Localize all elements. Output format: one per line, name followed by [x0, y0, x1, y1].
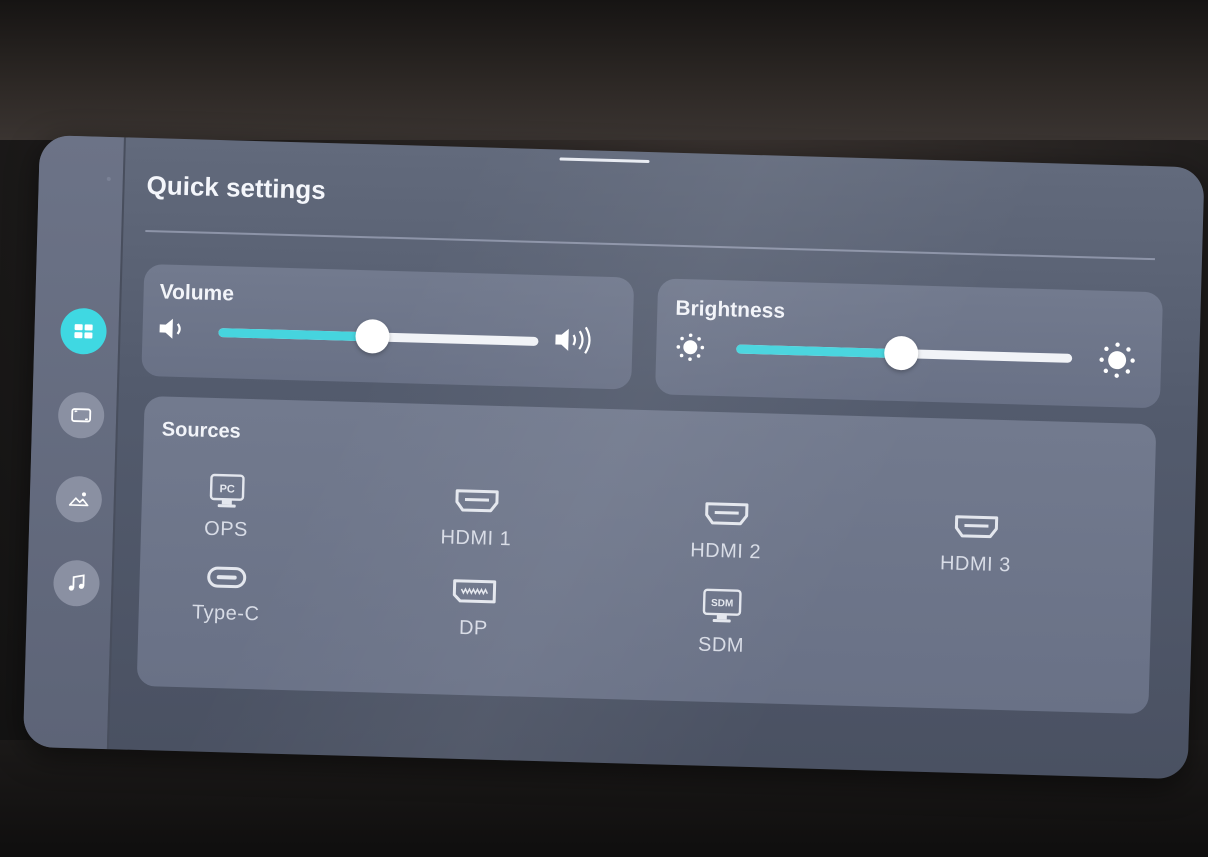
svg-text:SDM: SDM [711, 598, 734, 610]
rail-button-picture[interactable] [55, 475, 103, 523]
music-note-icon [68, 574, 85, 591]
hdmi-port-icon [705, 502, 749, 526]
brightness-slider-fill [736, 344, 901, 359]
rail-button-quick-settings[interactable] [59, 307, 108, 355]
volume-label: Volume [159, 280, 235, 306]
rail-indicator-dot [106, 176, 111, 181]
source-sdm[interactable]: SDM SDM [656, 584, 788, 659]
hdmi-port-icon [954, 515, 999, 539]
source-hdmi-3[interactable]: HDMI 3 [910, 507, 1042, 578]
volume-slider-fill [218, 328, 373, 342]
source-dp-label: DP [458, 616, 489, 640]
brightness-card: Brightness [655, 278, 1164, 409]
quick-settings-panel: Quick settings Volume Brightness Sources… [22, 135, 1205, 780]
usb-c-port-icon [207, 566, 247, 589]
source-type-c[interactable]: Type-C [160, 561, 292, 628]
screen-icon [71, 408, 92, 423]
grid-icon [74, 324, 93, 339]
speaker-high-icon [555, 326, 591, 354]
background-top [0, 0, 1208, 140]
source-ops[interactable]: PC OPS [161, 469, 293, 544]
volume-slider-thumb[interactable] [354, 318, 390, 354]
pc-icon: PC [209, 473, 245, 508]
brightness-slider[interactable] [736, 335, 1073, 371]
source-type-c-label: Type-C [191, 601, 260, 626]
speaker-low-icon [159, 318, 181, 339]
source-hdmi-1[interactable]: HDMI 1 [411, 482, 543, 553]
source-hdmi-2[interactable]: HDMI 2 [660, 495, 792, 566]
source-hdmi-3-label: HDMI 3 [939, 552, 1012, 577]
volume-slider[interactable] [218, 318, 539, 354]
rail-button-audio[interactable] [52, 559, 101, 607]
svg-text:PC: PC [219, 483, 235, 495]
brightness-label: Brightness [675, 296, 786, 323]
source-hdmi-2-label: HDMI 2 [689, 539, 762, 564]
side-rail [22, 135, 126, 750]
volume-card: Volume [141, 263, 635, 390]
source-hdmi-1-label: HDMI 1 [440, 526, 512, 551]
picture-icon [68, 492, 89, 507]
sources-card: Sources PC OPS HDMI 1 HDMI 2 HDMI 3 Type… [136, 396, 1157, 715]
brightness-slider-thumb[interactable] [883, 335, 919, 371]
source-dp[interactable]: DP [408, 573, 540, 642]
source-ops-label: OPS [203, 517, 249, 541]
panel-title: Quick settings [146, 170, 327, 205]
rail-button-screen[interactable] [57, 391, 105, 439]
displayport-icon [452, 579, 497, 604]
hdmi-port-icon [455, 489, 499, 513]
sun-low-icon [676, 333, 705, 362]
sdm-icon: SDM [702, 588, 742, 623]
sun-high-icon [1099, 342, 1135, 378]
source-sdm-label: SDM [697, 633, 745, 657]
sources-label: Sources [161, 418, 242, 443]
title-divider [145, 229, 1155, 261]
drag-handle[interactable] [559, 157, 650, 164]
